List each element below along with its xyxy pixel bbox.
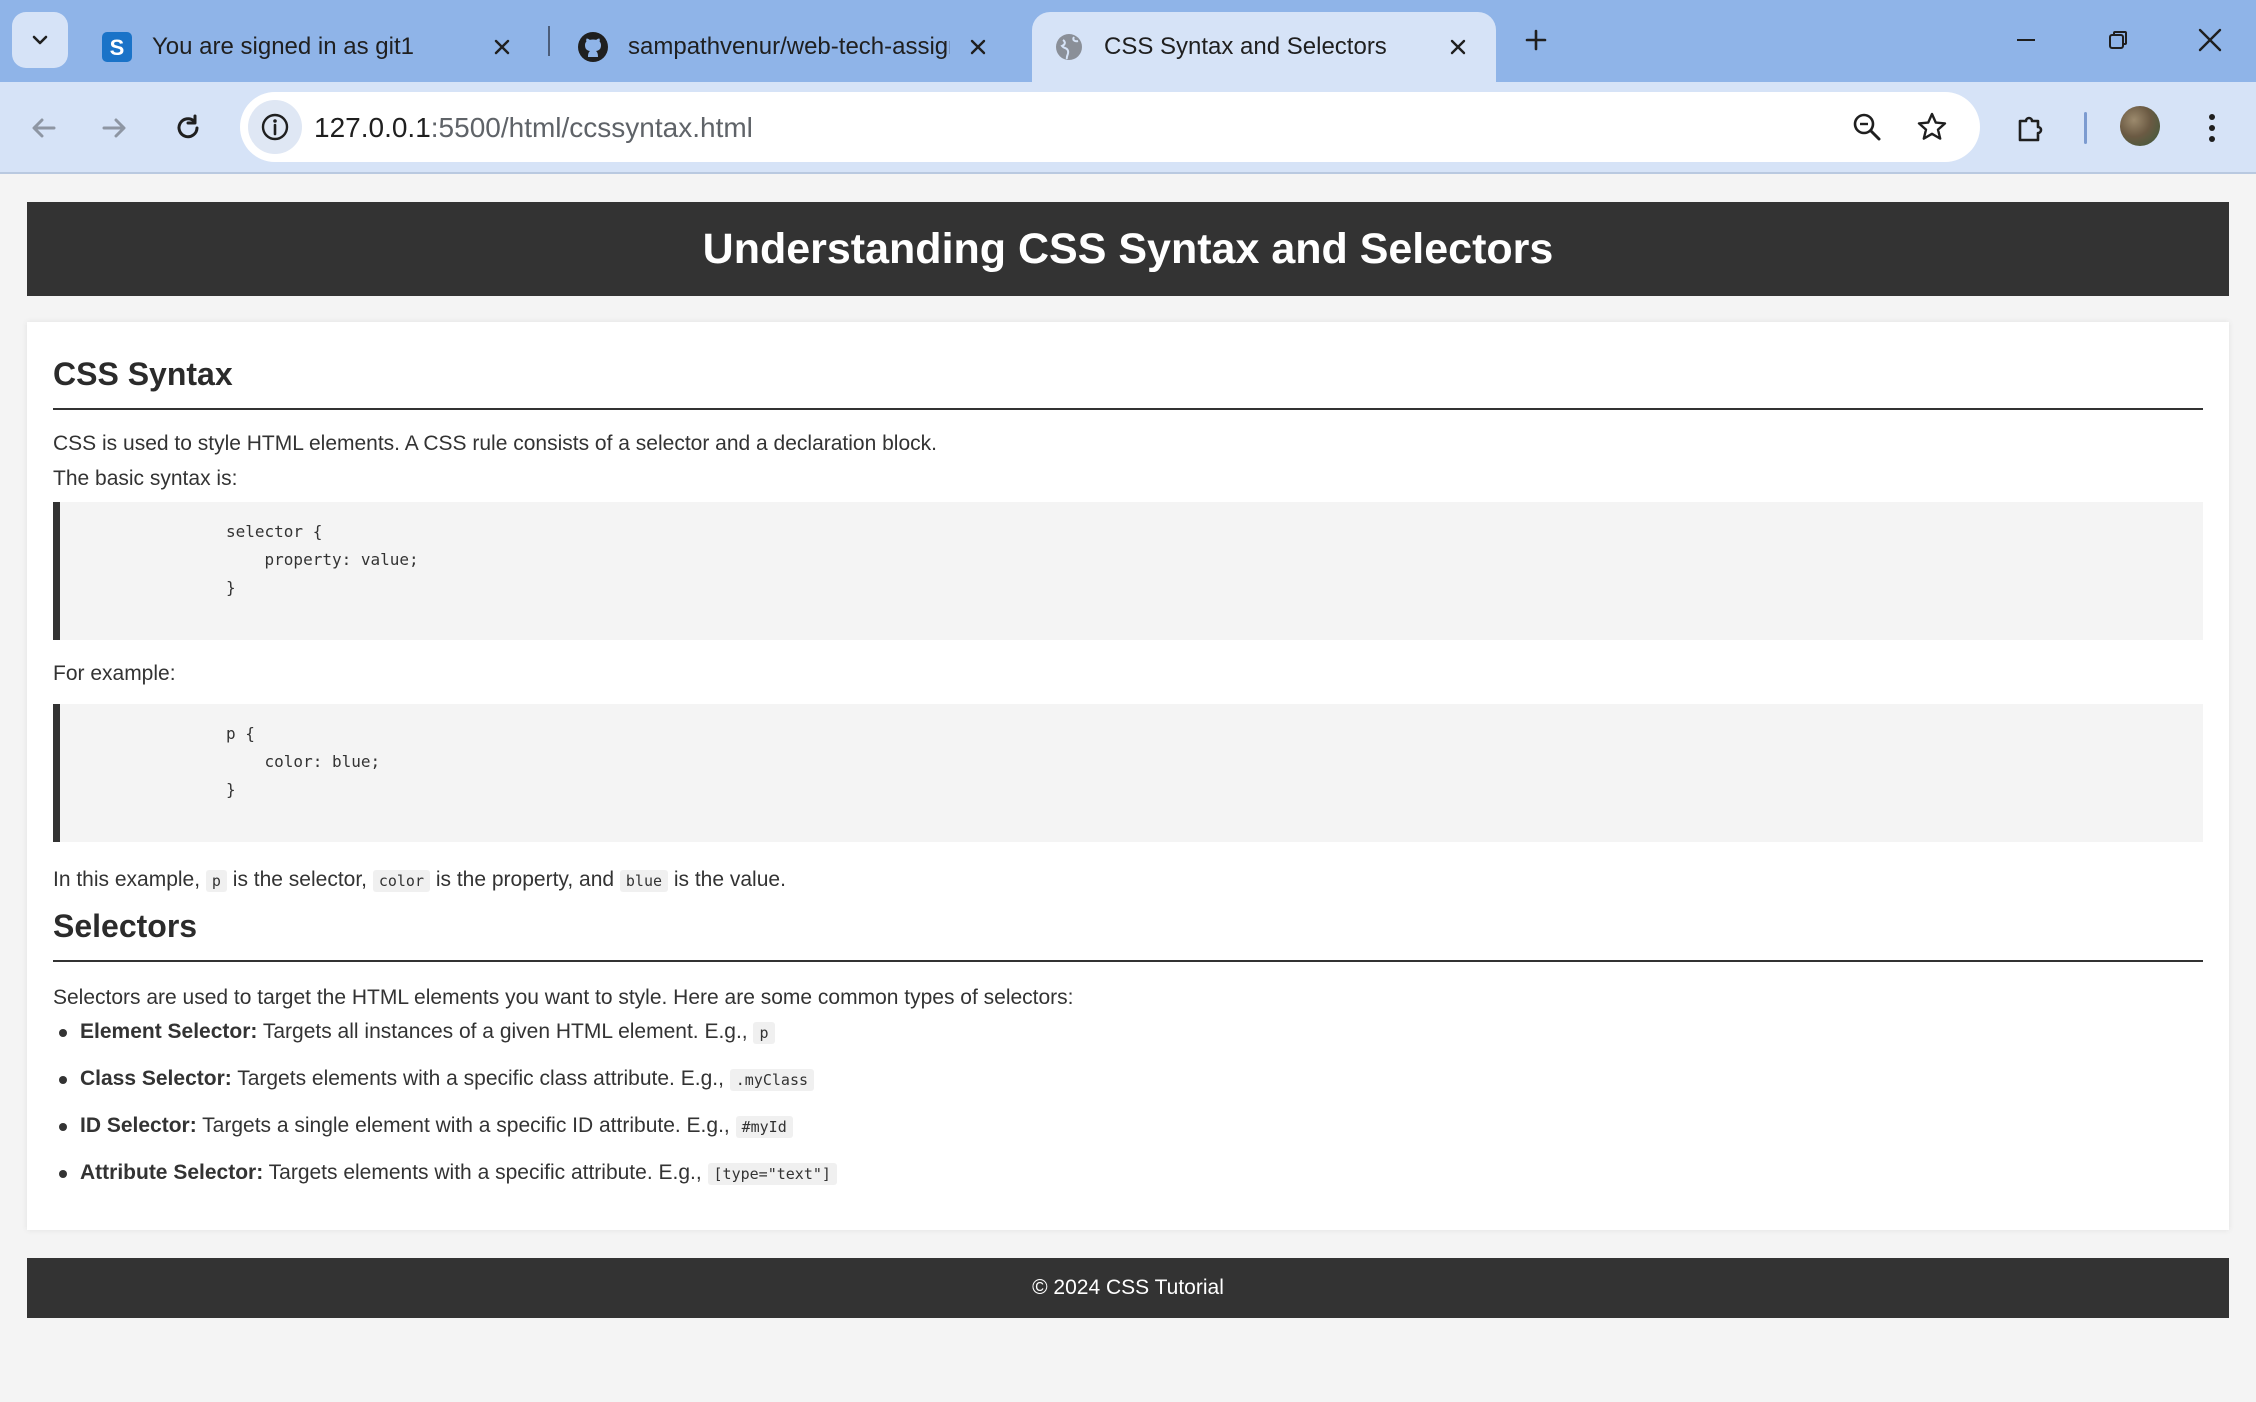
- toolbar-separator: [2084, 112, 2087, 144]
- svg-text:S: S: [110, 35, 125, 60]
- example-explanation: In this example, p is the selector, colo…: [53, 868, 786, 892]
- bullet: [59, 1076, 67, 1084]
- selector-name: Element Selector:: [80, 1020, 258, 1043]
- arrow-left-icon: [32, 118, 56, 138]
- page-viewport: Understanding CSS Syntax and Selectors C…: [0, 176, 2256, 1402]
- selector-name: ID Selector:: [80, 1114, 197, 1137]
- bullet: [59, 1123, 67, 1131]
- list-item: Element Selector: Targets all instances …: [53, 1020, 837, 1067]
- url-host: 127.0.0.1: [314, 112, 431, 143]
- list-item: ID Selector: Targets a single element wi…: [53, 1114, 837, 1161]
- explain-text: is the value.: [668, 868, 786, 891]
- code-block-syntax: selector { property: value; }: [53, 502, 2203, 640]
- github-icon: [576, 30, 610, 64]
- footer-text: © 2024 CSS Tutorial: [1032, 1276, 1224, 1299]
- puzzle-icon: [2018, 116, 2043, 142]
- restore-icon: [2109, 31, 2127, 49]
- explain-text: is the selector,: [226, 868, 373, 891]
- inline-code-value: blue: [619, 870, 669, 892]
- arrow-right-icon: [102, 118, 126, 138]
- code-syntax: selector { property: value; }: [226, 522, 419, 597]
- address-bar[interactable]: 127.0.0.1:5500/html/ccssyntax.html: [240, 92, 1980, 162]
- menu-button[interactable]: [2186, 102, 2238, 154]
- restore-button[interactable]: [2088, 12, 2148, 68]
- close-icon[interactable]: [960, 29, 996, 65]
- tab-strip: S You are signed in as git1 sampathvenur…: [0, 0, 2256, 82]
- inline-code-property: color: [372, 870, 430, 892]
- section-title-css-syntax: CSS Syntax: [53, 356, 233, 392]
- new-tab-button[interactable]: [1512, 16, 1560, 64]
- profile-avatar[interactable]: [2120, 106, 2160, 146]
- explain-text: In this example,: [53, 868, 206, 891]
- selector-list: Element Selector: Targets all instances …: [53, 1020, 837, 1208]
- list-item: Class Selector: Targets elements with a …: [53, 1067, 837, 1114]
- star-icon: [1917, 112, 1947, 140]
- selector-example: #myId: [735, 1116, 793, 1138]
- selector-desc: Targets elements with a specific class a…: [231, 1067, 730, 1090]
- tab-search-button[interactable]: [12, 12, 68, 68]
- section-divider: [53, 960, 2203, 962]
- zoom-icon: [1853, 113, 1881, 141]
- selector-example: .myClass: [729, 1069, 815, 1091]
- minimize-button[interactable]: [1996, 12, 2056, 68]
- site-footer: © 2024 CSS Tutorial: [27, 1258, 2229, 1318]
- selector-desc: Targets a single element with a specific…: [196, 1114, 736, 1137]
- s-letter-icon: S: [100, 30, 134, 64]
- tab-title: You are signed in as git1: [152, 33, 414, 60]
- url-text[interactable]: 127.0.0.1:5500/html/ccssyntax.html: [314, 112, 753, 144]
- browser-toolbar: 127.0.0.1:5500/html/ccssyntax.html: [0, 82, 2256, 174]
- site-info-button[interactable]: [248, 100, 302, 154]
- close-icon[interactable]: [484, 29, 520, 65]
- extensions-button[interactable]: [2006, 102, 2058, 154]
- chevron-down-icon: [32, 35, 48, 45]
- tab-css-syntax[interactable]: CSS Syntax and Selectors: [1032, 12, 1496, 82]
- selector-example: p: [753, 1022, 775, 1044]
- minimize-icon: [2017, 39, 2035, 41]
- tab-signed-in[interactable]: S You are signed in as git1: [80, 12, 540, 82]
- selector-name: Class Selector:: [80, 1067, 232, 1090]
- section-divider: [53, 408, 2203, 410]
- for-example-text: For example:: [53, 662, 176, 685]
- back-button[interactable]: [18, 102, 70, 154]
- globe-icon: [1052, 30, 1086, 64]
- code-example: p { color: blue; }: [226, 724, 381, 799]
- tab-title: sampathvenur/web-tech-assign: [628, 33, 950, 60]
- main-content: CSS Syntax CSS is used to style HTML ele…: [27, 322, 2229, 1230]
- more-vertical-icon: [2209, 114, 2215, 142]
- bookmark-button[interactable]: [1907, 102, 1957, 152]
- list-item: Attribute Selector: Targets elements wit…: [53, 1161, 837, 1208]
- info-icon: [261, 113, 289, 141]
- selectors-intro: Selectors are used to target the HTML el…: [53, 986, 1074, 1009]
- site-header: Understanding CSS Syntax and Selectors: [27, 202, 2229, 296]
- close-icon: [2198, 28, 2222, 52]
- bullet: [59, 1029, 67, 1037]
- forward-button[interactable]: [88, 102, 140, 154]
- selector-desc: Targets all instances of a given HTML el…: [257, 1020, 754, 1043]
- tab-github[interactable]: sampathvenur/web-tech-assign: [556, 12, 1016, 82]
- tab-separator: [548, 26, 550, 56]
- syntax-intro: CSS is used to style HTML elements. A CS…: [53, 432, 937, 455]
- code-block-example: p { color: blue; }: [53, 704, 2203, 842]
- syntax-intro-2: The basic syntax is:: [53, 467, 238, 490]
- selector-example: [type="text"]: [707, 1163, 837, 1185]
- selector-desc: Targets elements with a specific attribu…: [263, 1161, 708, 1184]
- close-window-button[interactable]: [2180, 12, 2240, 68]
- explain-text: is the property, and: [430, 868, 620, 891]
- inline-code-selector: p: [205, 870, 227, 892]
- section-title-selectors: Selectors: [53, 908, 198, 944]
- url-path: :5500/html/ccssyntax.html: [430, 112, 753, 143]
- reload-icon: [177, 114, 199, 139]
- zoom-button[interactable]: [1842, 102, 1892, 152]
- close-icon[interactable]: [1440, 29, 1476, 65]
- bullet: [59, 1170, 67, 1178]
- reload-button[interactable]: [162, 102, 214, 154]
- page-title: Understanding CSS Syntax and Selectors: [702, 224, 1554, 273]
- selector-name: Attribute Selector:: [80, 1161, 264, 1184]
- tab-title: CSS Syntax and Selectors: [1104, 33, 1387, 60]
- plus-icon: [1525, 29, 1547, 51]
